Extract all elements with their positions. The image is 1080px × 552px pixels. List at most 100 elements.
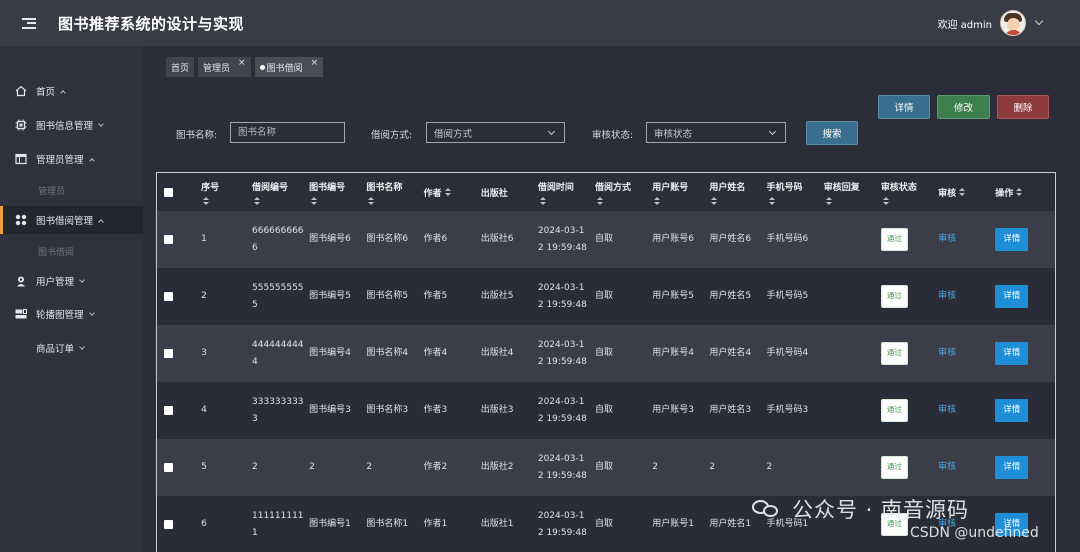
column-header[interactable]: 审核回复 — [819, 173, 876, 211]
audit-status-select[interactable]: 审核状态 — [646, 122, 786, 143]
row-detail-button[interactable]: 详情 — [995, 228, 1029, 251]
row-detail-button[interactable]: 详情 — [995, 456, 1029, 479]
sidebar-subitem-admin[interactable]: 管理员 — [38, 184, 65, 197]
row-checkbox[interactable] — [164, 292, 173, 301]
row-detail-button[interactable]: 详情 — [995, 342, 1029, 365]
column-header[interactable]: 操作 — [990, 173, 1055, 211]
cell-publisher: 出版社5 — [480, 291, 514, 302]
row-checkbox-cell[interactable] — [157, 439, 196, 496]
column-header[interactable]: 审核状态 — [876, 173, 933, 211]
select-all-checkbox[interactable] — [164, 187, 173, 197]
sort-icon[interactable] — [539, 196, 546, 205]
search-button[interactable]: 搜索 — [806, 121, 858, 145]
tab-home[interactable]: 首页 — [166, 57, 195, 77]
row-checkbox[interactable] — [164, 520, 173, 529]
sidebar-item-book-info[interactable]: 图书信息管理 — [0, 111, 143, 139]
row-detail-button[interactable]: 详情 — [995, 399, 1029, 422]
table-row[interactable]: 3 4444444444 图书编号4 图书名称4 作者4 出版社4 2024-03-12 1… — [157, 325, 1055, 382]
sort-icon[interactable] — [311, 196, 318, 205]
row-checkbox-cell[interactable] — [157, 325, 196, 382]
sort-icon[interactable] — [768, 196, 775, 205]
sidebar-item-borrow-manage[interactable]: 图书借阅管理 — [0, 206, 143, 234]
sort-icon[interactable] — [597, 196, 604, 205]
row-checkbox[interactable] — [164, 235, 173, 244]
cell-phone: 手机号码5 — [766, 291, 809, 302]
sidebar-subitem-borrow[interactable]: 图书借阅 — [38, 245, 74, 258]
sidebar-item-home[interactable]: 首页 — [0, 77, 143, 105]
audit-link[interactable]: 审核 — [938, 405, 956, 415]
cell-op: 详情 — [990, 439, 1055, 496]
close-icon[interactable]: × — [311, 58, 319, 68]
sort-icon[interactable] — [711, 196, 718, 205]
audit-link[interactable]: 审核 — [938, 348, 956, 358]
cell-publisher: 出版社6 — [480, 234, 514, 245]
row-checkbox-cell[interactable] — [157, 268, 196, 325]
table-row[interactable]: 5 2 2 2 作者2 出版社2 2024-03-12 19:59:48 自取 2 2 2 通过 审核 详… — [157, 439, 1055, 496]
row-detail-button[interactable]: 详情 — [995, 285, 1029, 308]
edit-button[interactable]: 修改 — [937, 95, 990, 119]
header-checkbox-cell[interactable] — [157, 173, 196, 211]
sidebar-item-admin-manage[interactable]: 管理员管理 — [0, 145, 143, 173]
delete-button[interactable]: 删除 — [997, 95, 1049, 119]
column-header[interactable]: 作者 — [419, 173, 476, 211]
sort-icon[interactable] — [368, 196, 375, 205]
audit-link[interactable]: 审核 — [938, 291, 956, 301]
sort-icon[interactable] — [959, 188, 966, 196]
column-header[interactable]: 出版社 — [476, 173, 533, 211]
column-header[interactable]: 手机号码 — [762, 173, 819, 211]
cell-reply — [819, 211, 876, 268]
table-row[interactable]: 4 3333333333 图书编号3 图书名称3 作者3 出版社3 2024-03-12 1… — [157, 382, 1055, 439]
column-header[interactable]: 序号 — [196, 173, 247, 211]
book-name-input[interactable] — [230, 122, 345, 143]
sidebar-item-orders[interactable]: 商品订单 — [0, 334, 143, 362]
detail-button[interactable]: 详情 — [878, 95, 930, 119]
row-checkbox[interactable] — [164, 406, 173, 415]
sort-icon[interactable] — [654, 196, 661, 205]
borrow-method-select[interactable]: 借阅方式 — [426, 122, 565, 143]
cell-status: 通过 — [876, 382, 933, 439]
sort-icon[interactable] — [882, 196, 889, 205]
user-area[interactable]: 欢迎 admin — [937, 0, 1044, 46]
column-header[interactable]: 审核 — [933, 173, 990, 211]
status-badge: 通过 — [880, 399, 908, 422]
cell-audit: 审核 — [933, 268, 990, 325]
sidebar-item-user-manage[interactable]: 用户管理 — [0, 267, 143, 295]
welcome-text: 欢迎 admin — [937, 19, 992, 31]
row-checkbox-cell[interactable] — [157, 382, 196, 439]
row-checkbox-cell[interactable] — [157, 211, 196, 268]
cell-method: 自取 — [595, 519, 614, 530]
sort-icon[interactable] — [203, 196, 210, 205]
sidebar-item-carousel-manage[interactable]: 轮播图管理 — [0, 300, 143, 328]
column-header[interactable]: 用户账号 — [647, 173, 704, 211]
sort-icon[interactable] — [254, 196, 260, 205]
cell-borrow-no: 4444444444 — [252, 340, 304, 367]
table-row[interactable]: 1 6666666666 图书编号6 图书名称6 作者6 出版社6 2024-03-12 1… — [157, 211, 1055, 268]
column-header[interactable]: 借阅编号 — [247, 173, 304, 211]
hamburger-menu-icon[interactable] — [22, 17, 36, 29]
column-header[interactable]: 用户姓名 — [704, 173, 761, 211]
tab-admin[interactable]: 管理员 × — [198, 57, 251, 77]
row-checkbox-cell[interactable] — [157, 496, 196, 552]
cell-time: 2024-03-12 19:59:48 — [537, 283, 587, 310]
cell-op: 详情 — [990, 496, 1055, 552]
column-header[interactable]: 图书名称 — [361, 173, 418, 211]
cell-audit: 审核 — [933, 325, 990, 382]
tab-borrow[interactable]: 图书借阅 × — [254, 57, 324, 77]
table-row[interactable]: 2 5555555555 图书编号5 图书名称5 作者5 出版社5 2024-03-12 1… — [157, 268, 1055, 325]
column-header[interactable]: 借阅时间 — [533, 173, 590, 211]
sort-icon[interactable] — [1016, 188, 1023, 196]
cell-phone: 2 — [766, 462, 773, 473]
audit-link[interactable]: 审核 — [938, 462, 956, 472]
avatar[interactable] — [1000, 10, 1026, 36]
row-checkbox[interactable] — [164, 463, 173, 472]
audit-link[interactable]: 审核 — [938, 234, 956, 244]
sort-icon[interactable] — [825, 196, 832, 205]
column-header[interactable]: 图书编号 — [304, 173, 361, 211]
row-checkbox[interactable] — [164, 349, 173, 358]
chevron-down-icon[interactable] — [1034, 16, 1044, 26]
cell-author: 作者2 — [423, 462, 448, 473]
close-icon[interactable]: × — [238, 58, 246, 68]
sort-icon[interactable] — [444, 188, 451, 196]
column-header[interactable]: 借阅方式 — [590, 173, 647, 211]
cell-phone: 手机号码3 — [766, 405, 809, 416]
